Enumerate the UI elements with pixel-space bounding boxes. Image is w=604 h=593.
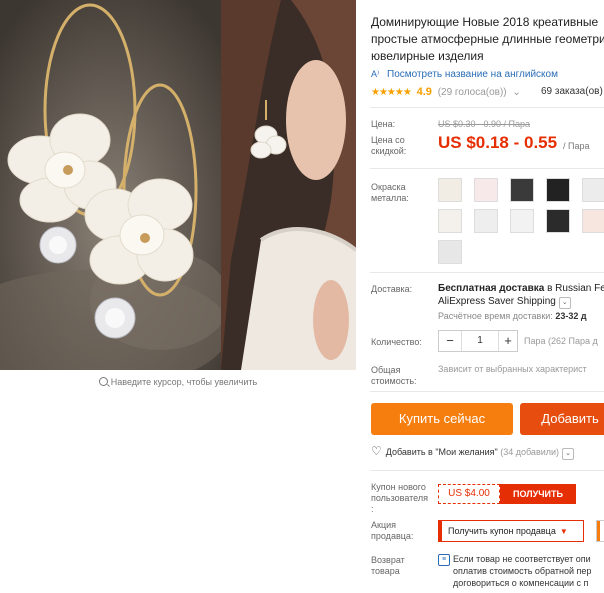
new-user-coupon-label: Купон нового пользователя : — [371, 482, 428, 514]
quantity-increase-button[interactable]: + — [497, 331, 519, 351]
caret-down-icon: ▼ — [559, 527, 568, 536]
old-price: US $0.30 - 0.90 / Пара — [438, 119, 531, 129]
swatch[interactable] — [582, 178, 604, 202]
translate-link[interactable]: A⁾ Посмотреть название на английском — [371, 69, 558, 80]
divider — [370, 168, 604, 169]
swatch[interactable] — [474, 178, 498, 202]
title-line: ювелирные изделия — [371, 49, 484, 63]
quantity-decrease-button[interactable]: − — [439, 331, 461, 351]
translate-icon: A⁾ — [371, 69, 380, 79]
product-gallery[interactable] — [0, 0, 356, 370]
star-rating-icon: ★★★★★ — [371, 87, 412, 98]
returns-policy-text: Если товар не соответствует опи оплатив … — [453, 554, 592, 588]
title-line: простые атмосферные длинные геометри — [371, 32, 604, 46]
swatch[interactable] — [582, 209, 604, 233]
divider — [370, 470, 604, 471]
votes-count: (29 голоса(ов)) — [437, 87, 507, 98]
returns-label: Возврат товара — [371, 555, 405, 576]
total-label: Общая стоимость: — [371, 365, 417, 386]
document-icon: ≡ — [438, 554, 450, 566]
shipping-time: Расчётное время доставки: 23-32 д — [438, 311, 587, 321]
swatch[interactable] — [546, 178, 570, 202]
swatch[interactable] — [546, 209, 570, 233]
discount-price-label: Цена со скидкой: — [371, 135, 407, 156]
buy-now-button[interactable]: Купить сейчас — [371, 403, 513, 435]
quantity-input[interactable]: 1 — [461, 331, 499, 351]
title-line: Доминирующие Новые 2018 креативные — [371, 15, 599, 29]
model-photo[interactable] — [221, 0, 356, 370]
seller-coupon-dropdown[interactable]: Получить купон продавца ▼ — [438, 520, 584, 542]
price-label: Цена: — [371, 119, 396, 129]
divider — [370, 107, 604, 108]
get-coupon-button[interactable]: ПОЛУЧИТЬ — [500, 484, 576, 504]
price-unit: / Пара — [563, 141, 590, 151]
swatch[interactable] — [510, 178, 534, 202]
shipping-free: Бесплатная доставка в Russian Fed — [438, 283, 604, 294]
stock-info: Пара (262 Пара д — [524, 336, 598, 346]
chevron-down-icon: ⌄ — [562, 448, 575, 460]
divider — [370, 272, 604, 273]
swatch[interactable] — [474, 209, 498, 233]
quantity-stepper: − 1 + — [438, 330, 518, 352]
zoom-hint: Наведите курсор, чтобы увеличить — [0, 376, 356, 387]
chevron-down-icon: ⌄ — [512, 87, 521, 98]
swatch[interactable] — [438, 178, 462, 202]
swatch[interactable] — [438, 209, 462, 233]
wishlist-link[interactable]: ♡ Добавить в "Мои желания" (34 добавили) ⌄ — [371, 444, 575, 460]
new-user-coupon-value: US $4.00 — [438, 484, 500, 504]
rating-value: 4.9 — [416, 86, 432, 98]
orders-count: 69 заказа(ов) — [541, 86, 603, 97]
chevron-down-icon: ⌄ — [558, 297, 571, 309]
shipping-method[interactable]: AliExpress Saver Shipping ⌄ — [438, 296, 571, 309]
product-title: Доминирующие Новые 2018 креативные прост… — [371, 14, 604, 65]
discount-price: US $0.18 - 0.55 — [438, 133, 558, 152]
heart-icon: ♡ — [371, 444, 382, 458]
seller-promo-extra[interactable] — [596, 520, 604, 542]
total-note: Зависит от выбранных характерист — [438, 364, 587, 374]
add-to-cart-button[interactable]: Добавить — [520, 403, 604, 435]
quantity-label: Количество: — [371, 337, 422, 347]
seller-promo-label: Акция продавца: — [371, 520, 414, 541]
rating-summary[interactable]: ★★★★★ 4.9 (29 голоса(ов)) ⌄ — [371, 86, 521, 98]
shipping-label: Доставка: — [371, 284, 413, 294]
main-product-photo[interactable] — [0, 0, 221, 370]
color-label: Окраска металла: — [371, 182, 409, 203]
magnifier-icon — [98, 377, 108, 386]
wishlist-count: (34 добавили) — [500, 447, 560, 457]
swatch[interactable] — [510, 209, 534, 233]
divider — [370, 391, 604, 392]
swatch[interactable] — [438, 240, 462, 264]
